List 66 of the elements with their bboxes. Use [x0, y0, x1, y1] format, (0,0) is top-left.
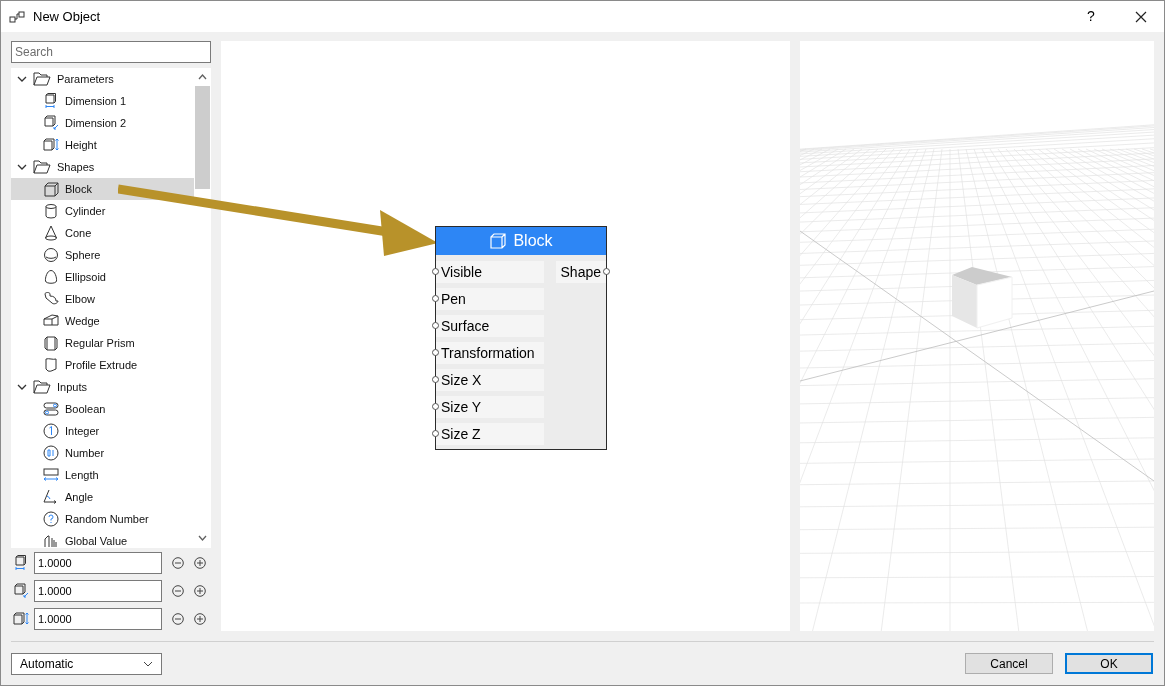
minus-icon[interactable] — [172, 557, 184, 569]
dimension-icon — [13, 583, 29, 599]
dimension-icon — [43, 93, 59, 109]
toggle-icon — [43, 401, 59, 417]
plus-icon[interactable] — [194, 557, 206, 569]
help-button[interactable]: ? — [1076, 4, 1106, 29]
cube-icon — [43, 181, 59, 197]
nodes-icon — [9, 10, 25, 23]
connector-icon[interactable] — [432, 376, 439, 383]
connector-icon[interactable] — [432, 295, 439, 302]
bars-icon — [43, 533, 59, 548]
connector-icon[interactable] — [432, 430, 439, 437]
height-icon — [43, 137, 59, 153]
close-icon — [1135, 10, 1147, 23]
number-icon — [43, 445, 59, 461]
plus-icon[interactable] — [194, 613, 206, 625]
chevron-icon[interactable] — [17, 162, 27, 172]
dimension-icon — [43, 115, 59, 131]
dialog-button[interactable]: OK — [1065, 653, 1153, 674]
connector-icon[interactable] — [432, 268, 439, 275]
folder-icon — [33, 72, 51, 86]
input-port[interactable]: Size X — [436, 369, 544, 391]
ruler-icon — [43, 467, 59, 483]
value-field[interactable]: 1.0000 — [34, 608, 162, 630]
connector-icon[interactable] — [432, 349, 439, 356]
plus-icon[interactable] — [194, 585, 206, 597]
value-field[interactable]: 1.0000 — [34, 580, 162, 602]
input-port[interactable]: Visible — [436, 261, 544, 283]
minus-icon[interactable] — [172, 613, 184, 625]
extrude-icon — [43, 357, 59, 373]
angle-icon — [43, 489, 59, 505]
cube-icon — [489, 232, 508, 250]
connector-icon[interactable] — [432, 322, 439, 329]
integer-icon — [43, 423, 59, 439]
cylinder-icon — [43, 203, 59, 219]
chevron-down-icon — [143, 660, 153, 667]
input-port[interactable]: Size Z — [436, 423, 544, 445]
wedge-icon — [43, 313, 59, 329]
folder-icon — [33, 160, 51, 174]
dialog-button[interactable]: Cancel — [965, 653, 1053, 674]
connector-icon[interactable] — [432, 403, 439, 410]
sphere-icon — [43, 247, 59, 263]
search-field[interactable]: Search — [11, 41, 211, 63]
cone-icon — [43, 225, 59, 241]
ellipsoid-icon — [43, 269, 59, 285]
output-port[interactable]: Shape — [555, 261, 606, 283]
mode-dropdown[interactable]: Automatic — [11, 652, 162, 675]
folder-icon — [33, 380, 51, 394]
elbow-icon — [43, 291, 59, 307]
input-port[interactable]: Size Y — [436, 396, 544, 418]
window-title: New Object — [33, 7, 101, 26]
input-port[interactable]: Surface — [436, 315, 544, 337]
node-title: Block — [513, 231, 553, 251]
block-node[interactable]: Block Visible Pen Surface Transformation Size X Size Y Size Z Shape — [435, 226, 607, 450]
question-icon — [43, 511, 59, 527]
minus-icon[interactable] — [172, 585, 184, 597]
height-icon — [13, 611, 29, 627]
chevron-icon[interactable] — [17, 382, 27, 392]
value-field[interactable]: 1.0000 — [34, 552, 162, 574]
input-port[interactable]: Transformation — [436, 342, 544, 364]
connector-icon[interactable] — [603, 268, 610, 275]
chevron-icon[interactable] — [17, 74, 27, 84]
prism-icon — [43, 335, 59, 351]
scroll-thumb[interactable] — [195, 86, 210, 189]
input-port[interactable]: Pen — [436, 288, 544, 310]
dimension-icon — [13, 555, 29, 571]
